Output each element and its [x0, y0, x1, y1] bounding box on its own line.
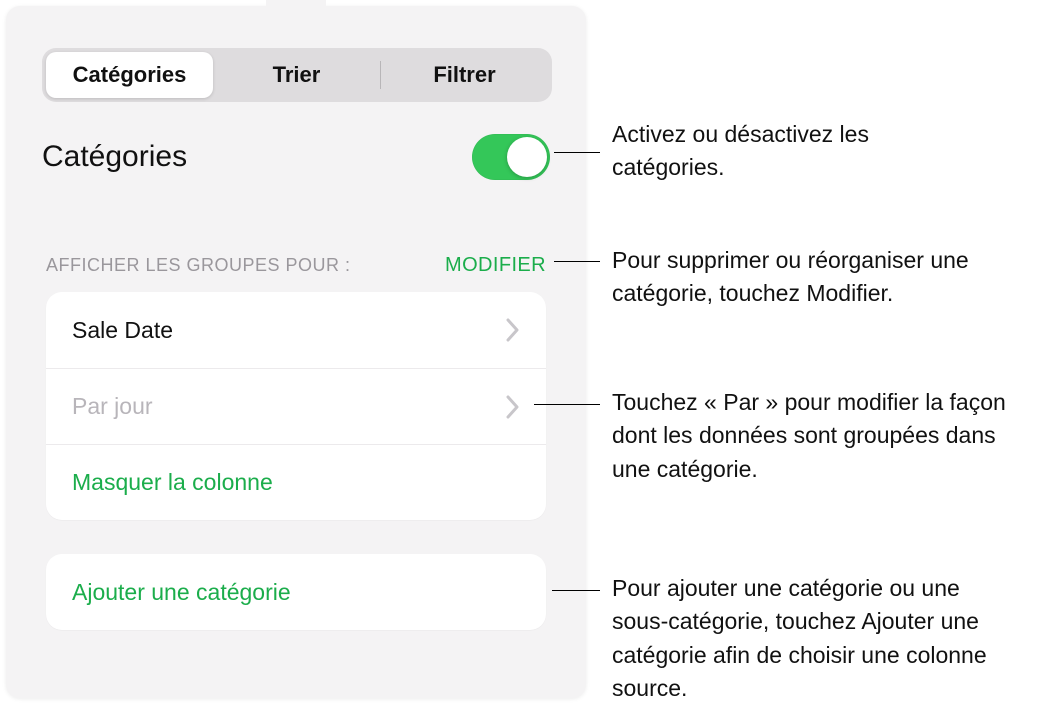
segmented-control: Catégories Trier Filtrer [42, 48, 552, 102]
tab-sort[interactable]: Trier [213, 52, 380, 98]
row-by-day[interactable]: Par jour [46, 368, 546, 444]
tab-label: Filtrer [433, 62, 495, 87]
groups-label: AFFICHER LES GROUPES POUR : [46, 255, 351, 276]
tab-label: Trier [273, 62, 321, 87]
section-title: Catégories [42, 140, 187, 174]
groups-list: Sale Date Par jour Masquer la colonne [46, 292, 546, 520]
tab-label: Catégories [73, 62, 187, 87]
row-add-category[interactable]: Ajouter une catégorie [46, 554, 546, 630]
section-header: Catégories [42, 134, 550, 180]
row-sale-date[interactable]: Sale Date [46, 292, 546, 368]
switch-knob [507, 137, 547, 177]
row-label: Masquer la colonne [72, 469, 273, 496]
leader-line [534, 404, 600, 405]
tab-categories[interactable]: Catégories [46, 52, 213, 98]
groups-header: AFFICHER LES GROUPES POUR : MODIFIER [46, 254, 546, 277]
callout-edit: Pour supprimer ou réorganiser une catégo… [612, 244, 1032, 311]
row-hide-column[interactable]: Masquer la colonne [46, 444, 546, 520]
tab-filter[interactable]: Filtrer [381, 52, 548, 98]
leader-line [552, 590, 600, 591]
edit-button[interactable]: MODIFIER [445, 254, 546, 277]
callout-add: Pour ajouter une catégorie ou une sous-c… [612, 572, 1012, 705]
row-label: Par jour [72, 393, 153, 420]
row-label: Ajouter une catégorie [72, 579, 291, 606]
popover-arrow [266, 0, 326, 6]
categories-toggle[interactable] [472, 134, 550, 180]
callout-by: Touchez « Par » pour modifier la façon d… [612, 386, 1032, 486]
add-category-list: Ajouter une catégorie [46, 554, 546, 630]
callout-toggle: Activez ou désactivez les catégories. [612, 118, 922, 185]
row-label: Sale Date [72, 317, 173, 344]
leader-line [554, 261, 600, 262]
leader-line [554, 152, 600, 153]
chevron-right-icon [506, 395, 520, 419]
chevron-right-icon [506, 318, 520, 342]
categories-popover: Catégories Trier Filtrer Catégories AFFI… [6, 6, 586, 698]
